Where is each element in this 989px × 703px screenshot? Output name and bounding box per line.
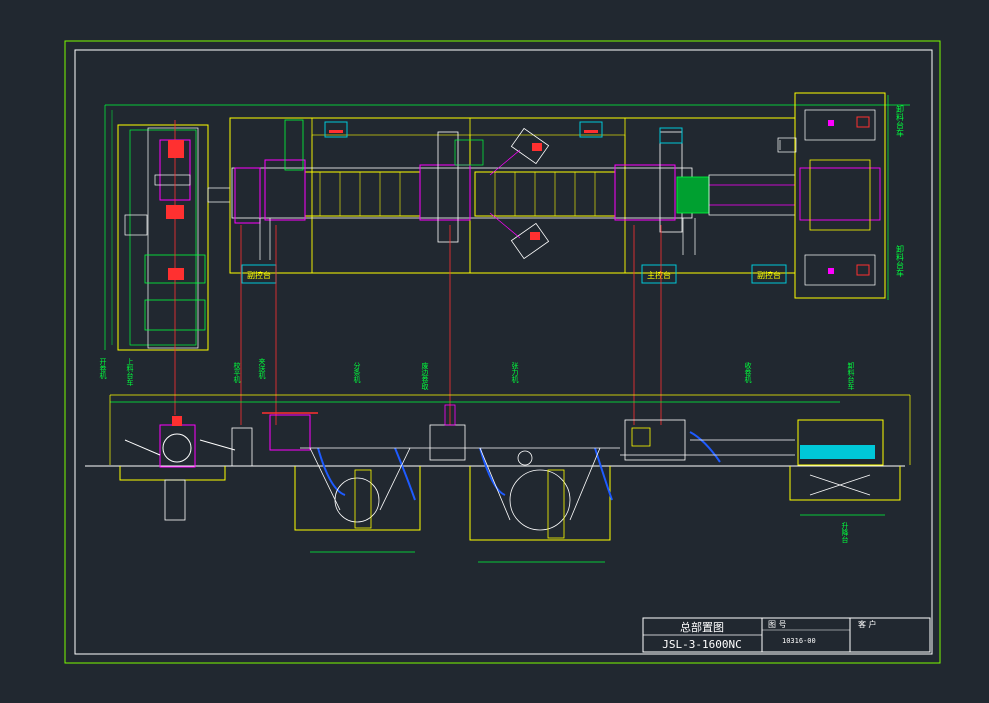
drawing-no-label: 图 号 [768, 620, 787, 629]
inner-frame [74, 49, 933, 655]
label-uncoiler: 开卷机 [99, 358, 107, 380]
label-lift-table: 升降台 [841, 521, 849, 544]
title-block: 总部置图 JSL-3-1600NC 图 号 10316-00 客 户 [642, 617, 931, 653]
cad-drawing: 副控台 主控台 副控台 卸料台车 卸料台车 开卷机 上料台车 校平机 夹送机 分… [64, 40, 941, 664]
label-pinch: 夹送机 [258, 357, 266, 380]
label-discharge-cart: 卸料台车 [847, 361, 855, 391]
drawing-title: 总部置图 [680, 620, 724, 634]
label-tension: 张力机 [511, 361, 519, 384]
elevation-view: 开卷机 上料台车 校平机 夹送机 分条机 废边卷取 张力机 收卷机 卸料台车 升… [85, 357, 911, 563]
drawing-no-value: 10316-00 [782, 637, 816, 645]
unload-cart-top-label: 卸料台车 [896, 104, 905, 138]
label-recoiler: 收卷机 [744, 361, 752, 384]
plan-view: 副控台 主控台 副控台 卸料台车 卸料台车 [104, 92, 910, 425]
label-leveler: 校平机 [233, 361, 241, 384]
main-console-label: 主控台 [647, 270, 671, 280]
label-slitter: 分条机 [353, 361, 361, 384]
sub-console-left-label: 副控台 [247, 270, 271, 280]
label-feed-cart: 上料台车 [126, 357, 134, 387]
client-label: 客 户 [858, 619, 877, 629]
sub-console-right-label: 副控台 [757, 270, 781, 280]
unload-cart-bottom-label: 卸料台车 [896, 244, 905, 278]
model-number: JSL-3-1600NC [662, 638, 741, 651]
label-scrap-winder: 废边卷取 [421, 361, 429, 391]
